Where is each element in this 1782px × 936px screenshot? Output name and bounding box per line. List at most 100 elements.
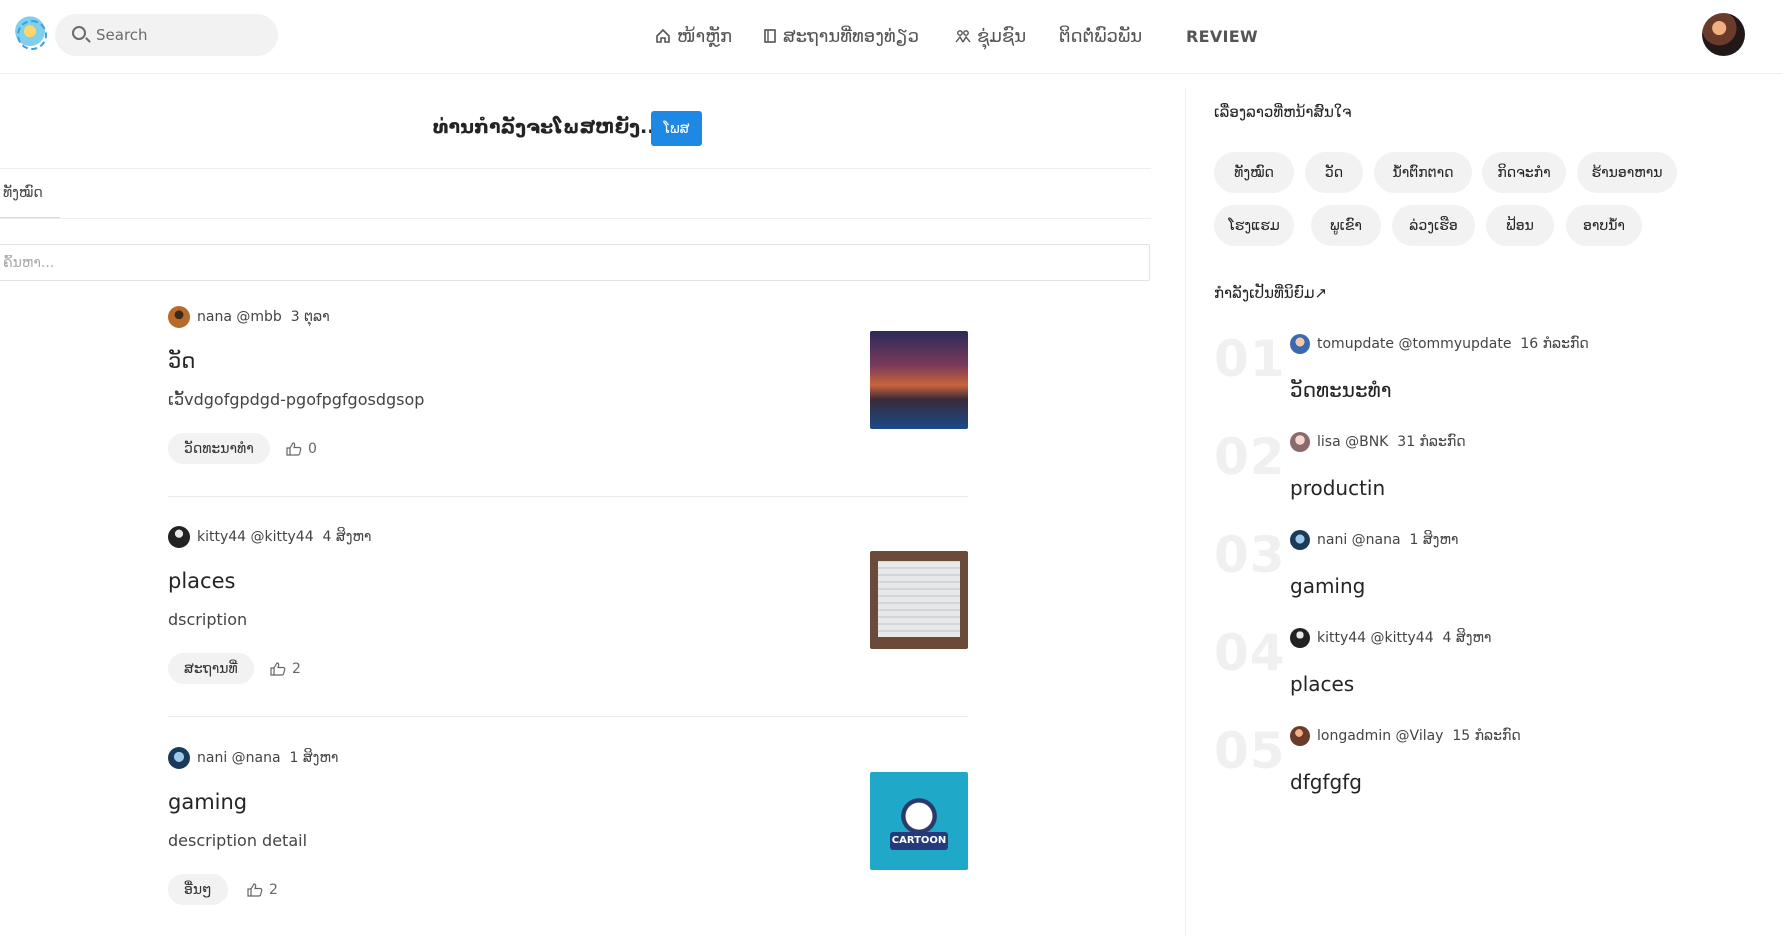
trending-post-title[interactable]: places bbox=[1290, 672, 1354, 696]
like-button[interactable]: 0 bbox=[286, 438, 317, 460]
trending-meta: kitty44 @kitty44 4 ສິງຫາ bbox=[1290, 627, 1491, 649]
post-tag[interactable]: ສະຖານທີ່ bbox=[168, 653, 254, 684]
trending-handle: @BNK bbox=[1345, 434, 1389, 450]
like-button[interactable]: 2 bbox=[270, 658, 301, 680]
people-icon bbox=[955, 30, 971, 43]
post-date: 3 ຕຸລາ bbox=[290, 309, 330, 325]
post-card[interactable]: nana @mbb 3 ຕຸລາ ວັດ ເວັ້vdgofgpdgd-pgof… bbox=[168, 277, 968, 497]
trending-date: 31 ກໍລະກົດ bbox=[1397, 434, 1466, 450]
topic-chip[interactable]: ລ່ວງເຮືອ bbox=[1392, 205, 1475, 246]
avatar bbox=[1290, 726, 1310, 746]
site-logo[interactable] bbox=[12, 15, 48, 51]
home-icon bbox=[656, 28, 670, 43]
like-count: 2 bbox=[269, 882, 278, 898]
post-title[interactable]: places bbox=[168, 569, 235, 593]
topic-chip[interactable]: ພູເຂົາ bbox=[1311, 205, 1381, 246]
feed-search-input[interactable] bbox=[0, 244, 1150, 281]
trending-rank: 05 bbox=[1214, 722, 1286, 780]
post-meta: nana @mbb 3 ຕຸລາ bbox=[168, 306, 330, 328]
like-button[interactable]: 2 bbox=[247, 879, 278, 901]
trending-title: ກຳລັງເປັນທີ່ນິຍົມ↗ bbox=[1214, 284, 1328, 302]
post-handle: @kitty44 bbox=[250, 529, 314, 545]
trending-author[interactable]: nani bbox=[1317, 532, 1347, 548]
avatar bbox=[1290, 530, 1310, 550]
post-meta: nani @nana 1 ສິງຫາ bbox=[168, 747, 338, 769]
trending-meta: nani @nana 1 ສິງຫາ bbox=[1290, 529, 1458, 551]
nav-places[interactable]: ສະຖານທີ່ທອງທ່ຽວ bbox=[763, 22, 919, 50]
post-author[interactable]: kitty44 bbox=[197, 529, 246, 545]
post-description: description detail bbox=[168, 831, 308, 850]
trending-rank: 02 bbox=[1214, 428, 1286, 486]
user-avatar[interactable] bbox=[1702, 13, 1745, 56]
trending-handle: @tommyupdate bbox=[1398, 336, 1512, 352]
post-tag[interactable]: ວັດທະນາທຳ bbox=[168, 433, 270, 464]
post-author[interactable]: nana bbox=[197, 309, 232, 325]
post-title[interactable]: gaming bbox=[168, 790, 247, 814]
post-button[interactable]: ໂພສ bbox=[651, 111, 702, 146]
topic-chip[interactable]: ນ້ຳຕົກຕາດ bbox=[1374, 152, 1472, 193]
like-count: 2 bbox=[292, 661, 301, 677]
post-date: 1 ສິງຫາ bbox=[289, 750, 339, 766]
post-image[interactable] bbox=[870, 551, 968, 649]
trending-rank: 04 bbox=[1214, 624, 1286, 682]
trending-author[interactable]: lisa bbox=[1317, 434, 1341, 450]
topic-chip[interactable]: ກິດຈະກຳ bbox=[1482, 152, 1566, 193]
post-card[interactable]: nani @nana 1 ສິງຫາ gaming description de… bbox=[168, 718, 968, 936]
trending-date: 15 ກໍລະກົດ bbox=[1452, 728, 1521, 744]
trending-author[interactable]: tomupdate bbox=[1317, 336, 1394, 352]
search-input[interactable] bbox=[96, 22, 266, 48]
topic-chip[interactable]: ຟ້ອນ bbox=[1486, 205, 1554, 246]
nav-community[interactable]: ຊຸ່ມຊົນ bbox=[955, 22, 1026, 50]
topic-chip[interactable]: ອາບນ້ຳ bbox=[1566, 205, 1642, 246]
nav-places-label: ສະຖານທີ່ທອງທ່ຽວ bbox=[783, 25, 919, 47]
avatar bbox=[1290, 334, 1310, 354]
post-title[interactable]: ວັດ bbox=[168, 349, 195, 373]
search-icon bbox=[72, 26, 86, 40]
topic-chip[interactable]: ທັງໝົດ bbox=[1214, 152, 1294, 193]
avatar bbox=[168, 526, 190, 548]
trending-handle: @nana bbox=[1351, 532, 1401, 548]
trending-author[interactable]: kitty44 bbox=[1317, 630, 1366, 646]
trending-post-title[interactable]: dfgfgfg bbox=[1290, 770, 1362, 794]
post-handle: @mbb bbox=[236, 309, 282, 325]
nav-review-label: REVIEW bbox=[1186, 26, 1258, 46]
trending-date: 1 ສິງຫາ bbox=[1409, 532, 1459, 548]
nav-review[interactable]: REVIEW bbox=[1186, 22, 1258, 50]
post-tag[interactable]: ອື່ນໆ bbox=[168, 874, 228, 905]
trending-meta: lisa @BNK 31 ກໍລະກົດ bbox=[1290, 431, 1466, 453]
thumbs-up-icon bbox=[247, 883, 263, 897]
post-image[interactable] bbox=[870, 331, 968, 429]
nav-home[interactable]: ໜ້າຫຼັກ bbox=[655, 22, 732, 50]
avatar bbox=[1290, 432, 1310, 452]
topic-chip[interactable]: ຮ້ານອາຫານ bbox=[1577, 152, 1677, 193]
trending-post-title[interactable]: ວັດທະນະທຳ bbox=[1290, 378, 1392, 402]
avatar bbox=[168, 747, 190, 769]
trending-handle: @kitty44 bbox=[1370, 630, 1434, 646]
post-description: dscription bbox=[168, 610, 248, 629]
topic-chip[interactable]: ໂຮງແຮມ bbox=[1214, 205, 1294, 246]
divider bbox=[0, 168, 1151, 169]
post-handle: @nana bbox=[231, 750, 281, 766]
trending-post-title[interactable]: productin bbox=[1290, 476, 1385, 500]
nav-community-label: ຊຸ່ມຊົນ bbox=[977, 25, 1027, 47]
trending-meta: tomupdate @tommyupdate 16 ກໍລະກົດ bbox=[1290, 333, 1589, 355]
top-header: ໜ້າຫຼັກ ສະຖານທີ່ທອງທ່ຽວ ຊຸ່ມຊົນ ຕິດຕໍ່ພົ… bbox=[0, 0, 1782, 74]
topics-title: ເລື່ອງລາວທີ່ຫນ້າສົນໃຈ bbox=[1214, 103, 1352, 121]
tab-all[interactable]: ທັງໝົດ bbox=[3, 185, 43, 201]
nav-contact[interactable]: ຕິດຕໍ່ພົວພັນ bbox=[1059, 22, 1142, 50]
trending-meta: longadmin @Vilay 15 ກໍລະກົດ bbox=[1290, 725, 1521, 747]
post-card[interactable]: kitty44 @kitty44 4 ສິງຫາ places dscripti… bbox=[168, 497, 968, 717]
topic-chip[interactable]: ວັດ bbox=[1305, 152, 1363, 193]
avatar bbox=[168, 306, 190, 328]
post-author[interactable]: nani bbox=[197, 750, 227, 766]
column-divider bbox=[1185, 88, 1186, 936]
trending-handle: @Vilay bbox=[1395, 728, 1444, 744]
trending-post-title[interactable]: gaming bbox=[1290, 574, 1365, 598]
composer-prompt[interactable]: ທ່ານກຳລັງຈະໂພສຫຍັງ.... bbox=[433, 116, 669, 138]
post-date: 4 ສິງຫາ bbox=[322, 529, 372, 545]
cartoon-badge: CARTOON bbox=[890, 832, 948, 850]
post-image[interactable]: CARTOON bbox=[870, 772, 968, 870]
nav-home-label: ໜ້າຫຼັກ bbox=[677, 25, 733, 47]
avatar bbox=[1290, 628, 1310, 648]
trending-author[interactable]: longadmin bbox=[1317, 728, 1391, 744]
